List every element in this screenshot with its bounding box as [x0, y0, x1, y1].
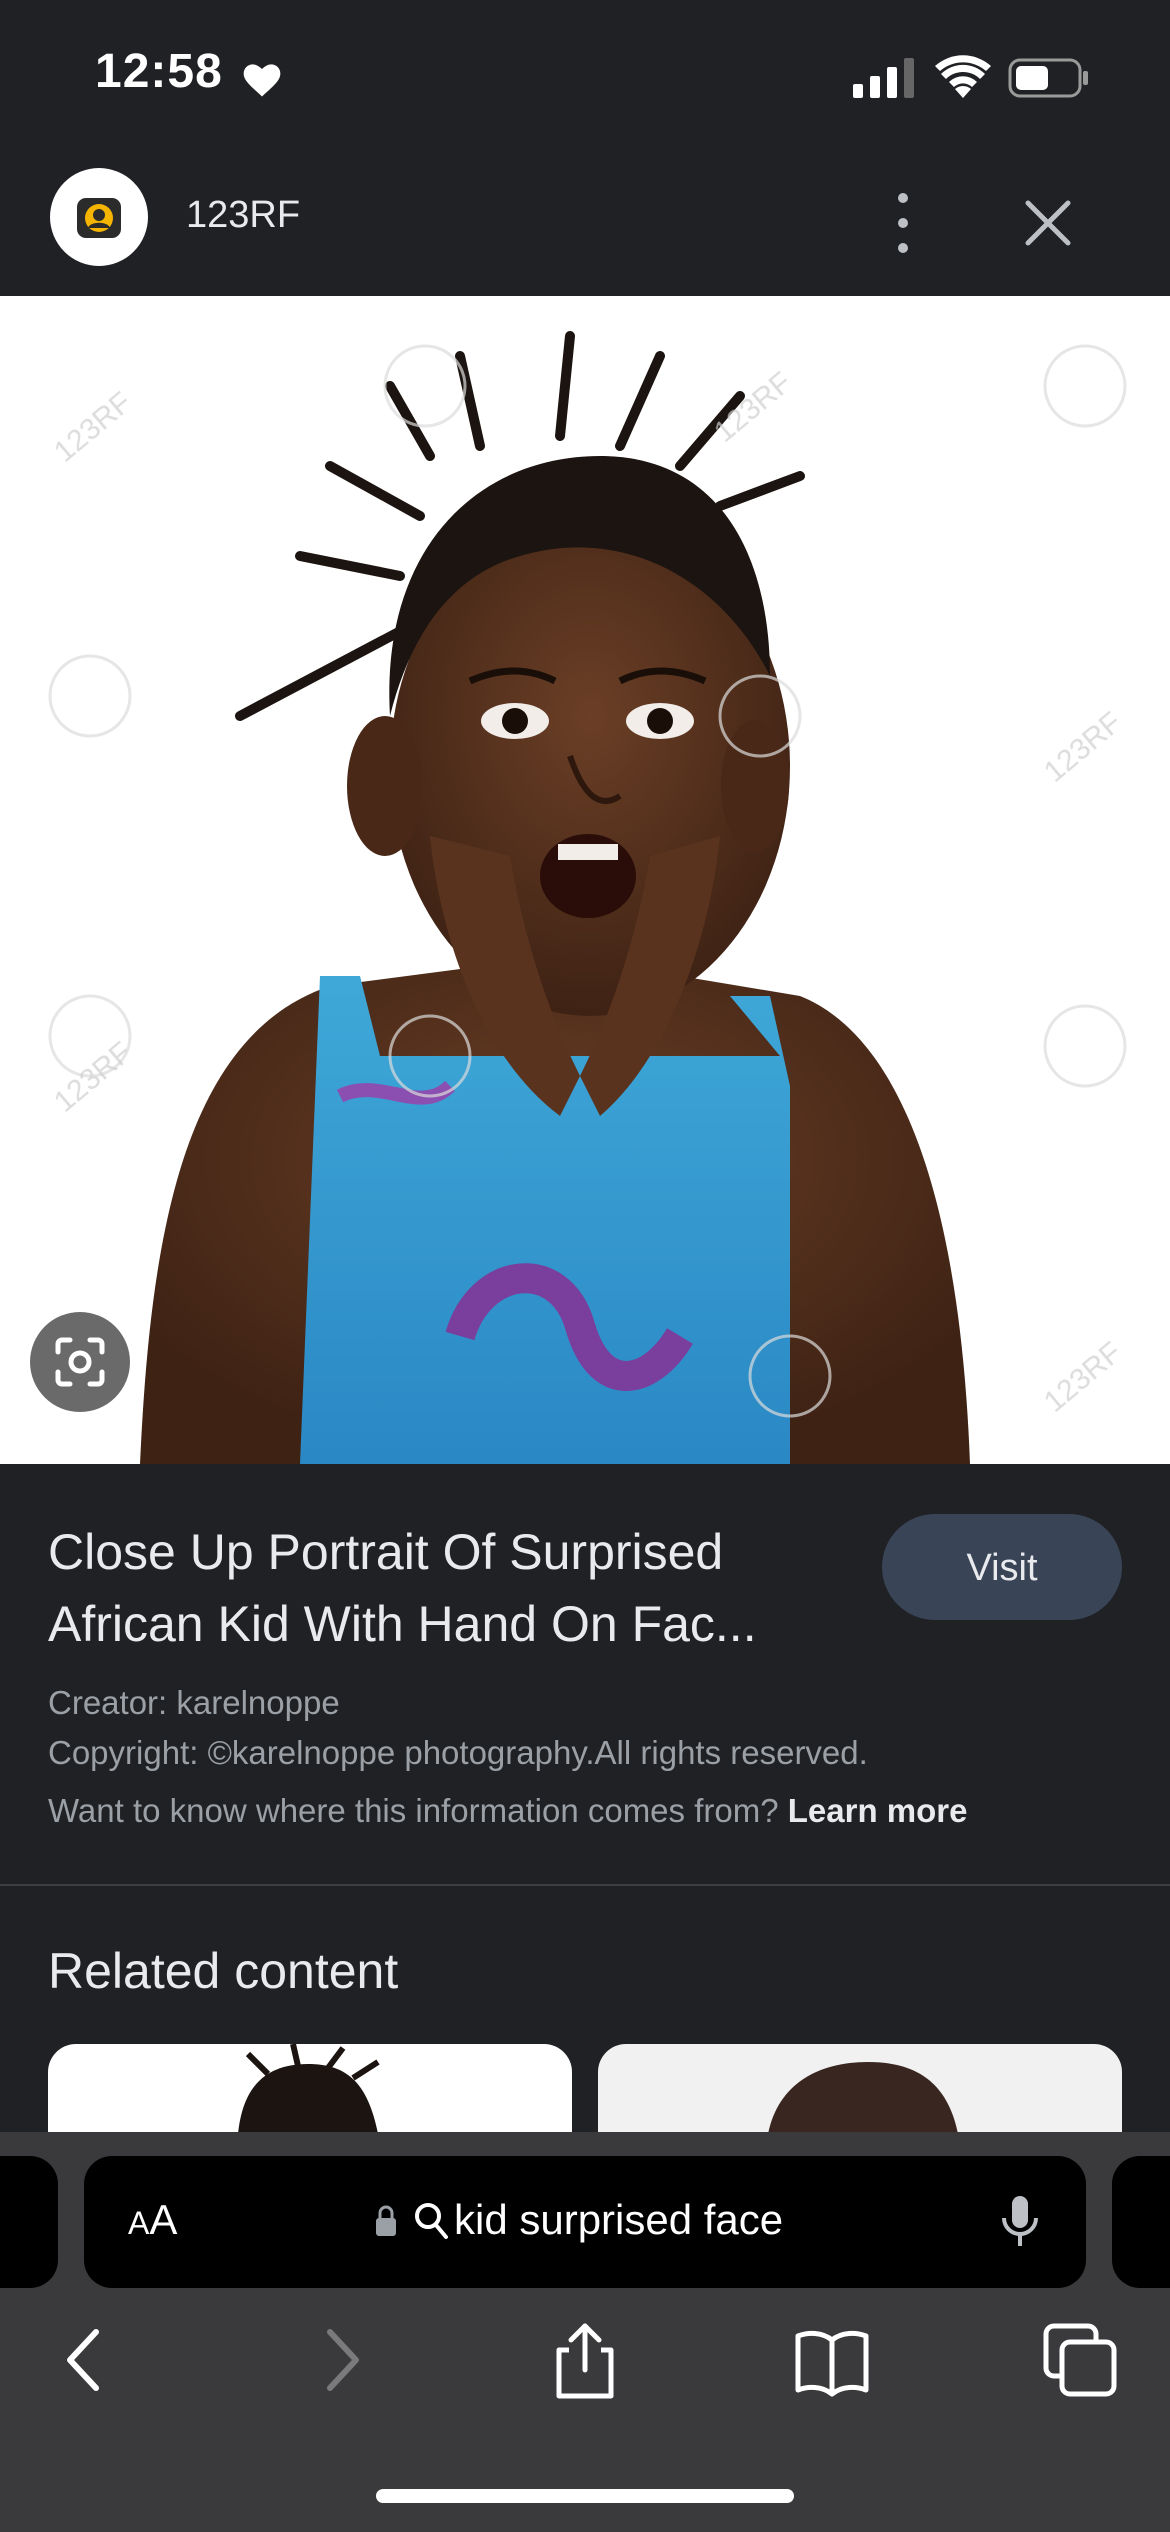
- previous-tab-preview[interactable]: [0, 2156, 58, 2288]
- image-title: Close Up Portrait Of Surprised African K…: [48, 1524, 757, 1652]
- cellular-signal-icon: [853, 58, 914, 98]
- home-indicator: [376, 2489, 794, 2503]
- wifi-icon: [935, 55, 991, 98]
- site-header: 123RF: [0, 150, 1170, 296]
- related-card[interactable]: [48, 2044, 572, 2134]
- tabs-icon[interactable]: [1040, 2320, 1120, 2400]
- photo-preview[interactable]: 123RF 123RF 123RF 123RF 123RF: [0, 296, 1170, 1464]
- close-icon[interactable]: [1020, 190, 1076, 256]
- info-source-line: Want to know where this information come…: [48, 1792, 967, 1830]
- watermark-text: 123RF: [1038, 706, 1128, 789]
- address-bar[interactable]: AA kid surprised face: [84, 2156, 1086, 2288]
- browser-toolbar: AA kid surprised face: [0, 2132, 1170, 2532]
- related-thumbnail: [238, 2044, 380, 2134]
- google-lens-icon: [55, 1337, 105, 1387]
- bookmarks-icon[interactable]: [792, 2320, 872, 2400]
- section-divider: [0, 1884, 1170, 1886]
- battery-icon: [1008, 58, 1088, 98]
- related-content-title: Related content: [48, 1943, 399, 1999]
- watermark-text: 123RF: [708, 366, 798, 449]
- info-source-question: Want to know where this information come…: [48, 1792, 779, 1829]
- site-name[interactable]: 123RF: [186, 194, 300, 237]
- learn-more-link[interactable]: Learn more: [788, 1792, 968, 1829]
- watermark-text: 123RF: [1038, 1336, 1128, 1419]
- search-icon: [415, 2203, 448, 2239]
- lock-icon: [376, 2205, 396, 2236]
- related-thumbnail: [768, 2062, 958, 2134]
- share-icon[interactable]: [545, 2320, 625, 2400]
- search-query: kid surprised face: [454, 2196, 784, 2243]
- photo-illustration: 123RF 123RF 123RF 123RF 123RF: [48, 331, 1128, 1464]
- heart-icon: [243, 64, 281, 97]
- creator-text: Creator: karelnoppe: [48, 1684, 340, 1721]
- google-lens-button[interactable]: [30, 1312, 130, 1412]
- watermark-text: 123RF: [48, 1036, 138, 1119]
- next-tab-preview[interactable]: [1112, 2156, 1170, 2288]
- back-icon[interactable]: [46, 2320, 126, 2400]
- related-card[interactable]: [598, 2044, 1122, 2134]
- visit-button[interactable]: Visit: [882, 1514, 1122, 1620]
- status-bar: 12:58: [0, 0, 1170, 150]
- copyright-text: Copyright: ©karelnoppe photography.All r…: [48, 1734, 868, 1771]
- microphone-icon[interactable]: [1000, 2194, 1040, 2250]
- status-time: 12:58: [95, 45, 223, 98]
- text-size-label-large: A: [149, 2196, 178, 2243]
- site-logo-icon[interactable]: [50, 168, 148, 266]
- watermark-text: 123RF: [48, 386, 138, 469]
- more-vertical-icon[interactable]: [880, 186, 926, 260]
- text-size-button[interactable]: AA: [128, 2196, 177, 2244]
- forward-icon[interactable]: [300, 2320, 380, 2400]
- image-info-panel: Close Up Portrait Of Surprised African K…: [0, 1464, 1170, 1884]
- text-size-label-small: A: [128, 2205, 150, 2241]
